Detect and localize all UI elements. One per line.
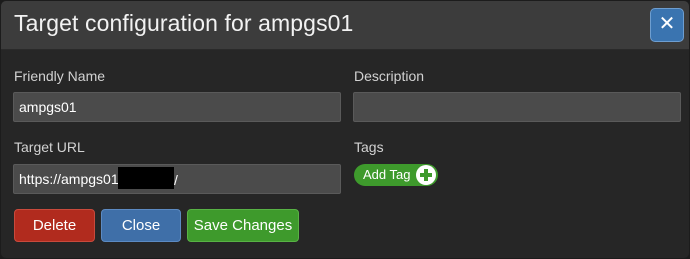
friendly-name-label: Friendly Name bbox=[14, 68, 106, 84]
target-url-label: Target URL bbox=[14, 139, 85, 155]
tags-label: Tags bbox=[354, 139, 384, 155]
redacted-block bbox=[118, 167, 174, 189]
dialog-title: Target configuration for ampgs01 bbox=[14, 10, 354, 36]
plus-circle-icon bbox=[416, 165, 436, 185]
close-dialog-button[interactable]: ✕ bbox=[650, 8, 684, 42]
target-configuration-dialog: Target configuration for ampgs01 ✕ Frien… bbox=[0, 0, 690, 259]
description-label: Description bbox=[354, 68, 425, 84]
save-changes-button[interactable]: Save Changes bbox=[187, 209, 299, 242]
friendly-name-input[interactable] bbox=[13, 92, 341, 122]
description-input[interactable] bbox=[353, 92, 681, 122]
delete-button[interactable]: Delete bbox=[14, 209, 95, 242]
close-icon: ✕ bbox=[658, 13, 676, 35]
add-tag-button[interactable]: Add Tag bbox=[354, 164, 438, 186]
close-button[interactable]: Close bbox=[101, 209, 181, 242]
target-url-value: https://ampgs01. bbox=[19, 171, 123, 187]
target-url-suffix: / bbox=[174, 172, 178, 188]
add-tag-label: Add Tag bbox=[363, 167, 411, 182]
dialog-header: Target configuration for ampgs01 ✕ bbox=[1, 1, 689, 50]
